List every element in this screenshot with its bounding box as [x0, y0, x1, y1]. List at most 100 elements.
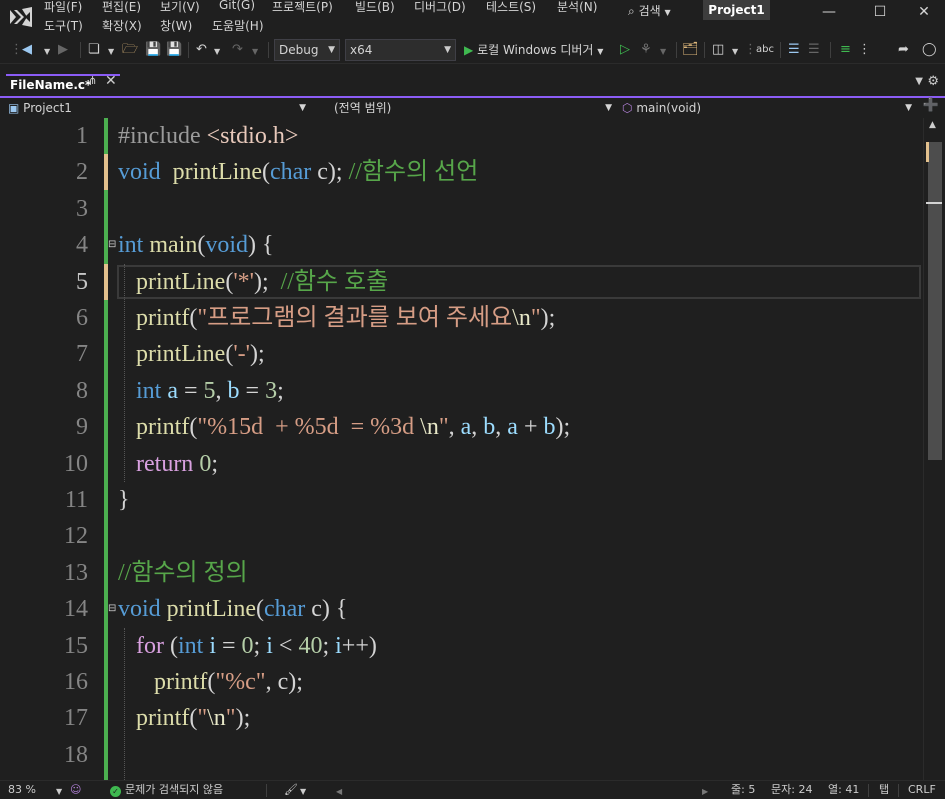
tab-overflow-icon[interactable]: ▼ [915, 76, 923, 87]
unsaved-change-marker [104, 264, 108, 300]
menu-git[interactable]: Git(G) [219, 0, 255, 12]
hot-reload-icon[interactable]: ⚘ [640, 41, 652, 59]
share-icon[interactable]: ➦ [898, 41, 909, 59]
close-window-button[interactable]: ✕ [901, 0, 945, 24]
menu-test[interactable]: 테스트(S) [486, 0, 536, 15]
project-value: Project1 [23, 101, 72, 115]
open-folder-icon[interactable]: 🗁 [122, 41, 138, 59]
code-line: printf("프로그램의 결과를 보여 주세요\n"); [136, 305, 556, 331]
scope-select[interactable]: (전역 범위) ▼ [334, 99, 616, 118]
save-all-icon[interactable]: 💾 [166, 41, 182, 59]
menu-edit[interactable]: 편집(E) [102, 0, 141, 15]
undo-icon[interactable]: ↶ [196, 41, 207, 59]
copilot-icon[interactable]: ☺ [70, 782, 81, 798]
menu-file[interactable]: 파일(F) [44, 0, 82, 15]
chevron-down-icon[interactable]: ▼ [56, 784, 62, 799]
new-project-icon[interactable]: ❏ [88, 41, 100, 59]
scrollbar-thumb[interactable] [928, 142, 942, 460]
project-select[interactable]: ▣ Project1 ▼ [8, 99, 310, 118]
chevron-down-icon[interactable]: ▼ [108, 43, 114, 61]
split-editor-icon[interactable]: ➕ [923, 98, 939, 113]
chevron-down-icon[interactable]: ▼ [300, 784, 306, 799]
pin-tab-icon[interactable]: ⋔ [88, 74, 97, 87]
redo-icon[interactable]: ↷ [232, 41, 243, 59]
menu-debug[interactable]: 디버그(D) [414, 0, 466, 15]
char-indicator[interactable]: 문자: 24 [771, 782, 812, 798]
scope-value: (전역 범위) [334, 101, 392, 115]
solution-configuration-select[interactable]: Debug ▼ [274, 39, 340, 61]
close-tab-icon[interactable]: ✕ [105, 73, 117, 89]
save-icon[interactable]: 💾 [145, 41, 161, 59]
menu-build[interactable]: 빌드(B) [355, 0, 395, 15]
spell-check-icon[interactable]: abc [756, 41, 774, 59]
project-name-badge[interactable]: Project1 [703, 0, 770, 20]
line-number: 8 [76, 378, 88, 404]
comment-lines-icon[interactable]: ☰ [788, 41, 800, 59]
toolbar-separator [80, 42, 81, 58]
indent-mode-indicator[interactable]: 탭 [879, 782, 889, 798]
menu-view[interactable]: 보기(V) [160, 0, 200, 15]
line-number: 3 [76, 196, 88, 222]
chevron-down-icon[interactable]: ▼ [660, 43, 666, 61]
start-without-debugging-icon[interactable]: ▷ [620, 41, 630, 59]
menu-help[interactable]: 도움말(H) [212, 17, 264, 34]
code-editor[interactable]: 1 2 3 4 5 6 7 8 9 10 11 12 13 14 15 16 1… [0, 118, 923, 780]
indent-icon[interactable]: ≡ [840, 41, 851, 59]
uncomment-lines-icon[interactable]: ☰ [808, 41, 820, 59]
start-debugging-button[interactable]: ▶ 로컬 Windows 디버거 ▼ [464, 41, 603, 61]
menu-project[interactable]: 프로젝트(P) [272, 0, 333, 15]
code-line: //함수의 정의 [118, 560, 248, 586]
play-icon: ▶ [464, 43, 474, 57]
minimize-icon: — [822, 4, 836, 20]
collapse-icon[interactable]: ⊟ [108, 239, 116, 250]
navigate-forward-icon[interactable]: ▶ [58, 41, 68, 59]
line-ending-indicator[interactable]: CRLF [908, 782, 936, 798]
window-layout-icon[interactable]: ◫ [712, 41, 724, 59]
chevron-down-icon[interactable]: ▼ [732, 43, 738, 61]
method-cube-icon: ⬡ [622, 101, 633, 115]
navigate-back-icon[interactable]: ◀ [22, 41, 32, 59]
scroll-right-icon[interactable]: ▶ [702, 784, 708, 799]
column-indicator[interactable]: 열: 41 [828, 782, 859, 798]
toolbar-options-icon[interactable]: ⋮ [858, 41, 871, 59]
tab-filename-c[interactable]: FileName.c* [6, 74, 120, 96]
solution-platform-select[interactable]: x64 ▼ [345, 39, 456, 61]
chevron-down-icon[interactable]: ▼ [214, 43, 220, 61]
toolbar-separator [780, 42, 781, 58]
maximize-button[interactable]: ☐ [857, 0, 903, 24]
member-value: main(void) [636, 101, 702, 115]
navigation-bar: ▣ Project1 ▼ (전역 범위) ▼ ⬡ main(void) ▼ ➕ [0, 96, 945, 118]
chevron-down-icon[interactable]: ▼ [252, 43, 258, 61]
chevron-down-icon: ▼ [664, 8, 671, 17]
search-button[interactable]: ⌕ 검색 ▼ [628, 2, 671, 19]
line-number: 2 [76, 159, 88, 185]
line-indicator[interactable]: 줄: 5 [731, 782, 755, 798]
line-number-current: 5 [76, 269, 88, 295]
issues-label: 문제가 검색되지 않음 [125, 783, 224, 796]
gear-icon[interactable]: ⚙ [927, 74, 939, 89]
vertical-scrollbar[interactable]: ▲ [923, 118, 945, 780]
collapse-icon[interactable]: ⊟ [108, 603, 116, 614]
code-line: int a = 5, b = 3; [136, 378, 284, 404]
member-select[interactable]: ⬡ main(void) ▼ [622, 99, 916, 118]
menu-tools[interactable]: 도구(T) [44, 17, 83, 34]
feedback-icon[interactable]: ◯ [922, 41, 937, 59]
scroll-left-icon[interactable]: ◀ [336, 784, 342, 799]
menu-extensions[interactable]: 확장(X) [102, 17, 142, 34]
zoom-level[interactable]: 83 % [8, 782, 36, 798]
menu-window[interactable]: 창(W) [160, 17, 192, 34]
visual-studio-logo-icon[interactable] [8, 6, 34, 28]
line-number: 9 [76, 414, 88, 440]
issues-indicator[interactable]: ✓ 문제가 검색되지 않음 [110, 782, 223, 798]
status-separator [868, 784, 869, 797]
code-line: printLine('*'); //함수 호출 [136, 269, 389, 295]
code-line: #include <stdio.h> [118, 123, 299, 149]
chevron-down-icon[interactable]: ▼ [44, 43, 50, 61]
minimize-button[interactable]: — [806, 0, 852, 24]
scroll-up-icon[interactable]: ▲ [929, 120, 936, 130]
menu-analyze[interactable]: 분석(N) [557, 0, 597, 15]
solution-explorer-icon[interactable]: 🗂 [682, 41, 699, 59]
code-cleanup-icon[interactable]: 🖌 [284, 782, 298, 798]
chevron-down-icon: ▼ [328, 45, 335, 55]
code-line: printf("%c", c); [154, 669, 303, 695]
